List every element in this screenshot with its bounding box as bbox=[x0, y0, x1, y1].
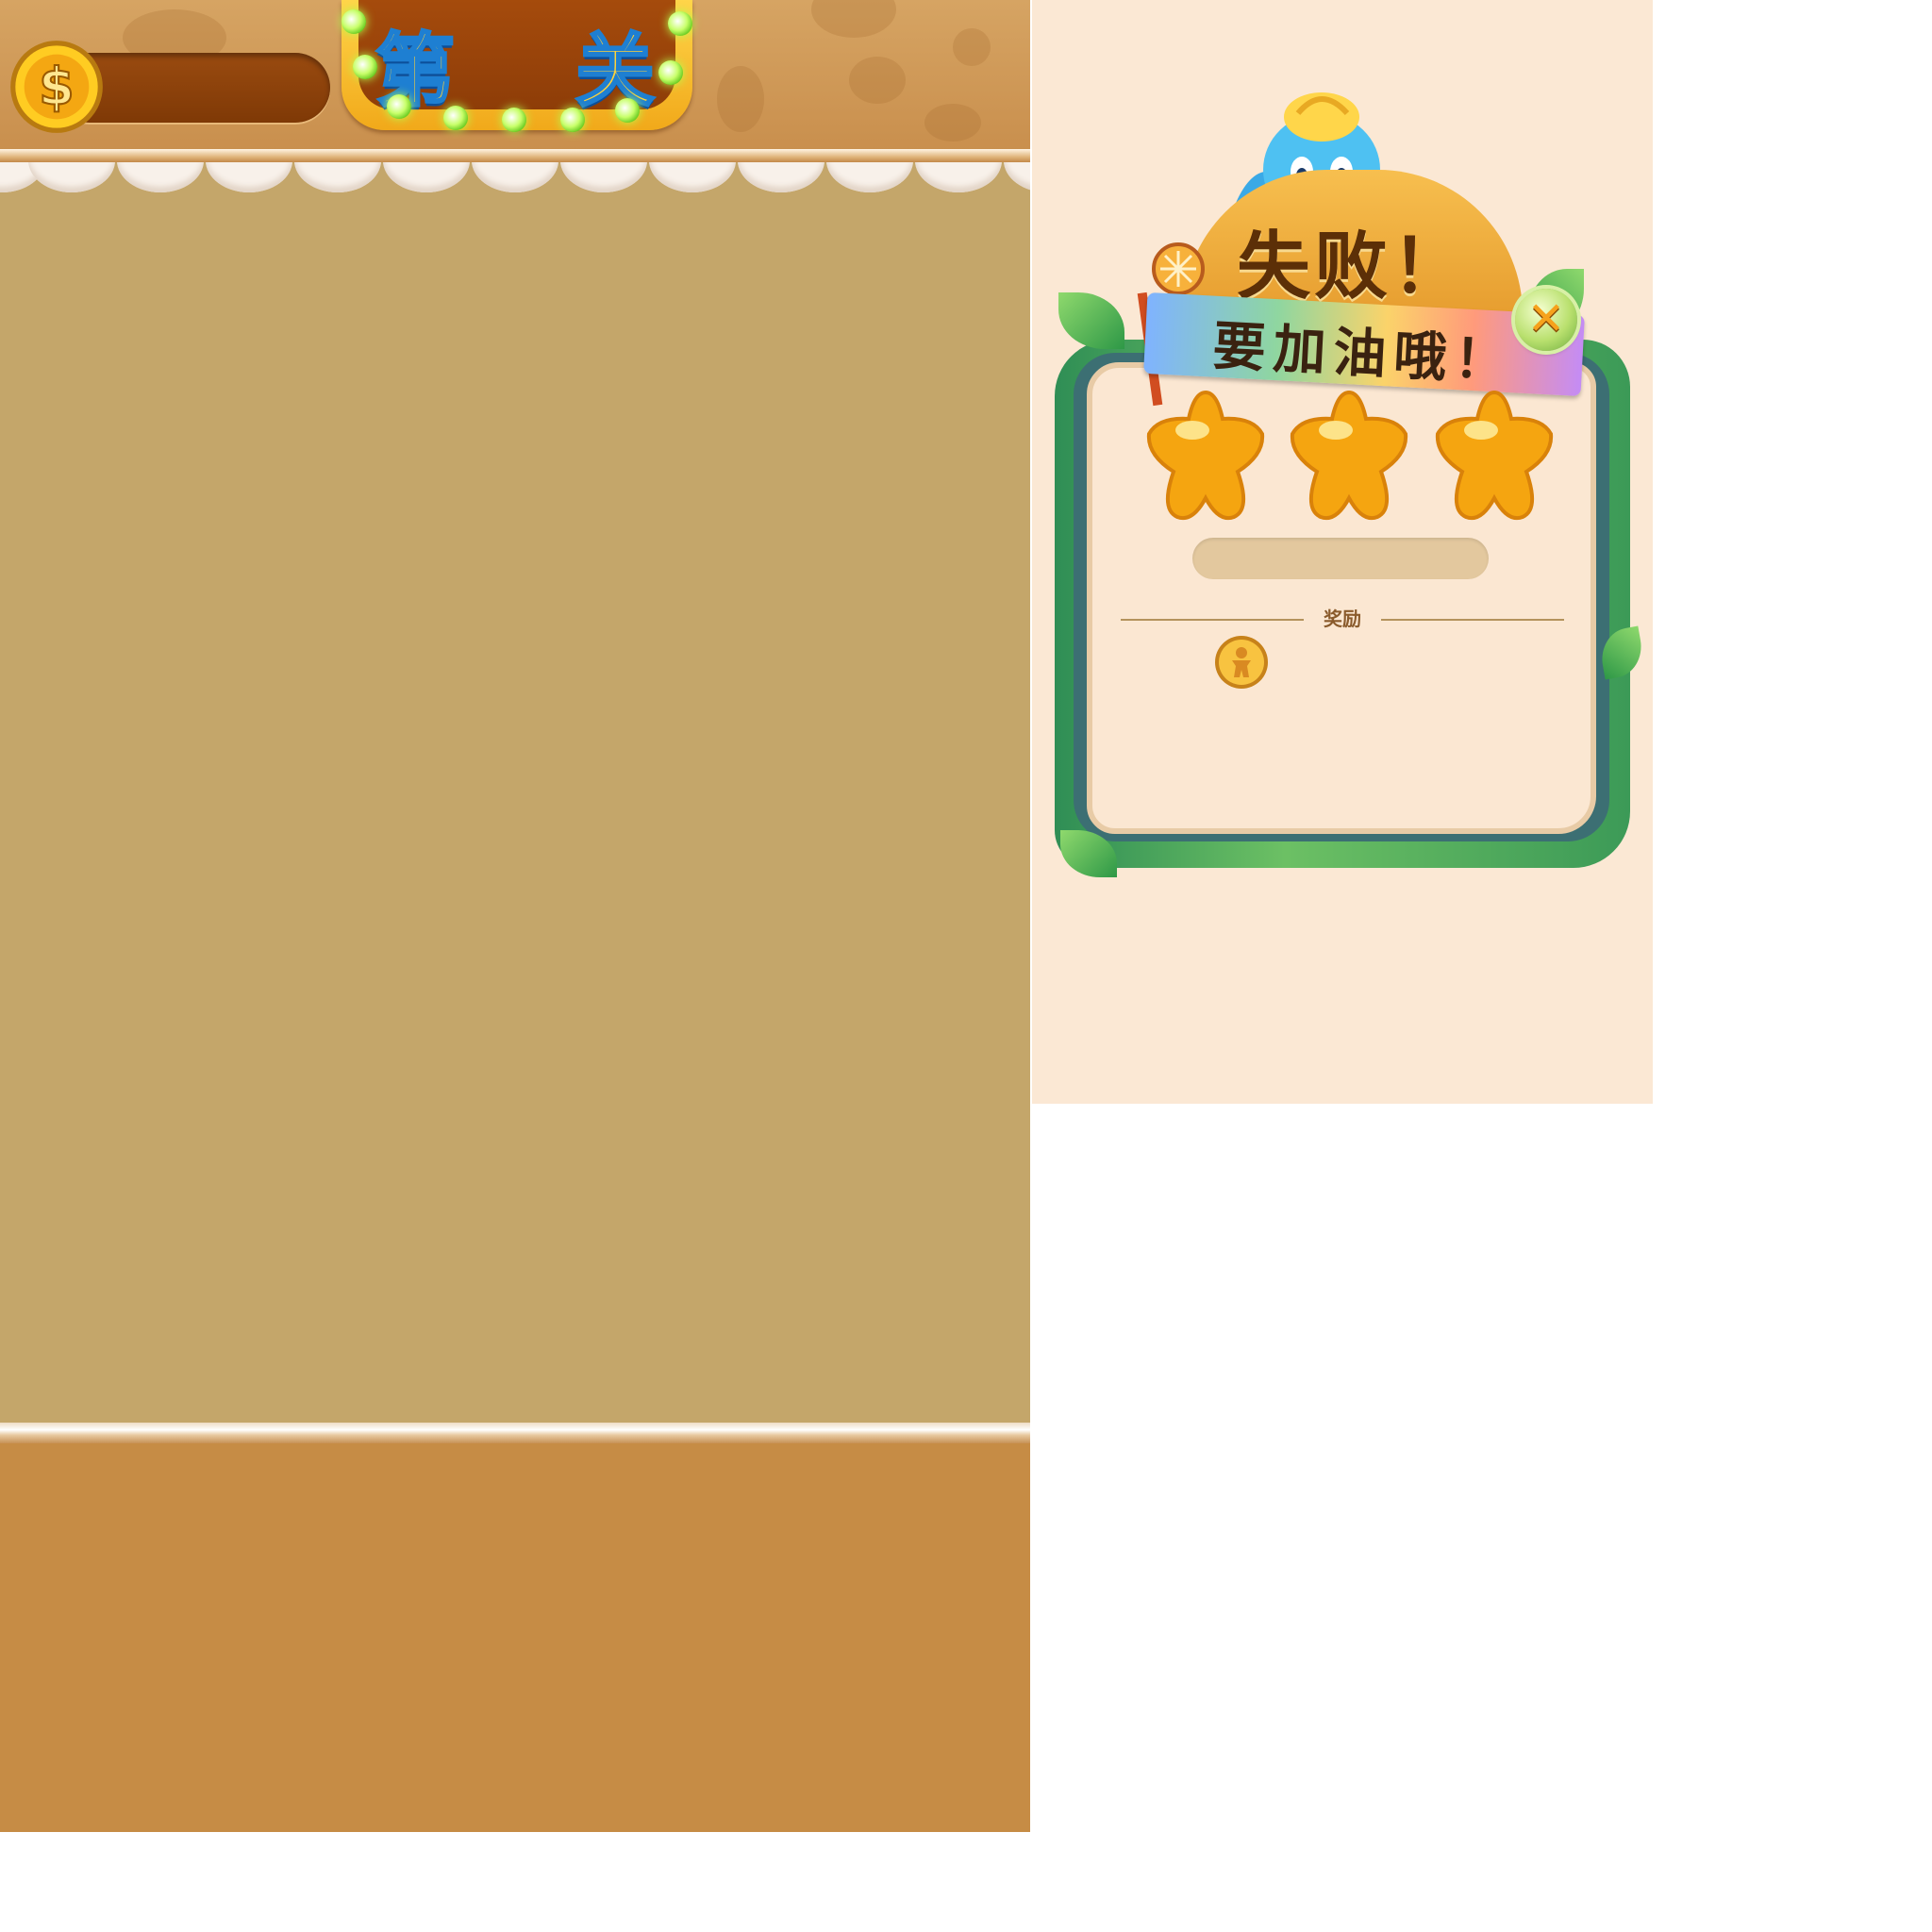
leaf-icon bbox=[1058, 292, 1124, 349]
close-icon: ✕ bbox=[1526, 292, 1566, 345]
bulb-icon bbox=[502, 108, 526, 132]
bulb-icon bbox=[615, 98, 640, 123]
bulb-icon bbox=[387, 94, 411, 119]
fail-popup: 失败！ 要加油哦！ ✕ 奖励 bbox=[1032, 0, 1653, 1104]
level-suffix: 关 bbox=[574, 24, 656, 119]
bulb-icon bbox=[443, 106, 468, 130]
reward-label: 奖励 bbox=[1316, 608, 1369, 630]
coin-icon: $ bbox=[10, 41, 103, 133]
bottom-divider bbox=[0, 1423, 1030, 1443]
top-divider bbox=[0, 149, 1030, 162]
level-sign: 第 关 bbox=[341, 0, 692, 132]
score-bar bbox=[1192, 538, 1489, 579]
lollipop-icon bbox=[1152, 242, 1205, 295]
bulb-icon bbox=[560, 108, 585, 132]
star-icon bbox=[1290, 390, 1408, 520]
scalloped-trim bbox=[0, 162, 1030, 194]
gingerbread-coin-icon bbox=[1215, 636, 1268, 689]
bulb-icon bbox=[668, 11, 692, 36]
bottom-panel bbox=[0, 1443, 1030, 1832]
bulb-icon bbox=[341, 9, 366, 34]
close-button[interactable]: ✕ bbox=[1515, 289, 1577, 351]
reward-divider: 奖励 bbox=[1121, 604, 1564, 636]
game-screen: $ 第 关 bbox=[0, 0, 1030, 1832]
bulb-icon bbox=[658, 60, 683, 85]
bulb-icon bbox=[353, 55, 377, 79]
game-board[interactable] bbox=[0, 162, 1030, 1424]
star-icon bbox=[1435, 390, 1554, 520]
svg-text:$: $ bbox=[39, 58, 75, 117]
star-icon bbox=[1146, 390, 1265, 520]
